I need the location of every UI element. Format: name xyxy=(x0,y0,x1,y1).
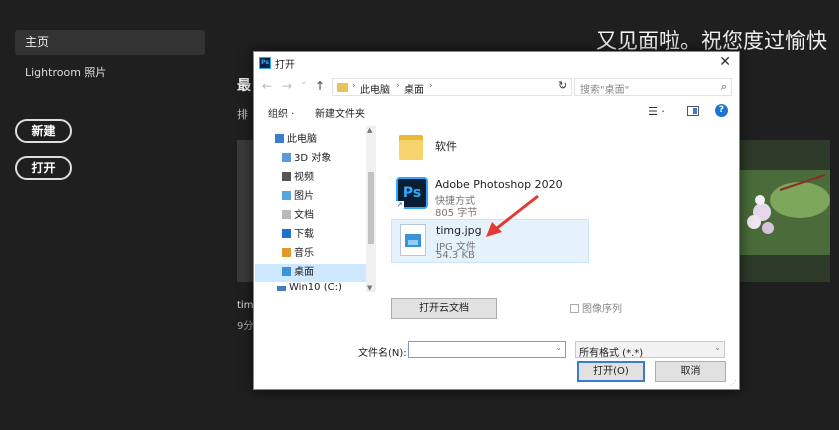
dialog-title: 打开 xyxy=(275,60,295,71)
file-item-software-folder[interactable]: 软件 xyxy=(391,128,589,172)
file-name: Adobe Photoshop 2020 xyxy=(435,178,563,191)
tree-item-drive-c[interactable]: Win10 (C:) xyxy=(277,283,342,292)
tree-item-label: 桌面 xyxy=(294,267,314,278)
shortcut-arrow-icon: ↗ xyxy=(395,201,404,210)
dialog-titlebar[interactable]: Ps 打开 ✕ xyxy=(254,52,739,74)
music-icon xyxy=(282,248,291,257)
file-type-filter[interactable]: 所有格式 (*.*) ⌄ xyxy=(575,341,725,359)
tree-item-label: 视频 xyxy=(294,172,314,183)
file-size: 805 字节 xyxy=(435,208,478,219)
navigation-bar: ← → ⌄ ↑ › 此电脑 › 桌面 › ⌄ ↻ 搜索"桌面" ⌕ xyxy=(254,76,739,98)
image-file-icon xyxy=(400,224,426,256)
annotation-arrow-icon xyxy=(486,194,539,237)
chevron-down-icon[interactable]: ⌄ xyxy=(555,343,562,352)
file-type-filter-value: 所有格式 (*.*) xyxy=(579,348,644,359)
tree-item-3d-objects[interactable]: 3D 对象 xyxy=(282,150,331,168)
chevron-right-icon[interactable]: › xyxy=(429,81,433,91)
breadcrumb-this-pc[interactable]: 此电脑 xyxy=(360,81,390,96)
open-cloud-documents-button[interactable]: 打开云文档 xyxy=(391,298,497,319)
file-name: timg.jpg xyxy=(436,224,482,237)
pictures-icon xyxy=(282,191,291,200)
resize-grip-icon[interactable]: ⋰ xyxy=(730,379,737,387)
scroll-down-icon[interactable]: ▼ xyxy=(367,284,372,292)
recent-thumbnail-image[interactable] xyxy=(740,140,830,282)
preview-pane-icon[interactable] xyxy=(687,106,699,116)
chevron-down-icon[interactable]: ⌄ xyxy=(714,343,721,352)
folder-icon xyxy=(337,83,348,92)
documents-icon xyxy=(282,210,291,219)
recent-file-time: 9分 xyxy=(237,321,254,332)
close-icon[interactable]: ✕ xyxy=(719,54,731,70)
tree-scrollbar[interactable]: ▲ ▼ xyxy=(366,126,376,292)
chevron-right-icon[interactable]: › xyxy=(396,81,400,91)
recent-thumbnail[interactable] xyxy=(237,140,253,282)
desktop-icon xyxy=(282,267,291,276)
photoshop-icon: Ps ↗ xyxy=(395,177,428,210)
image-sequence-label: 图像序列 xyxy=(582,304,622,315)
search-input[interactable]: 搜索"桌面" ⌕ xyxy=(574,78,732,96)
tree-item-label: 3D 对象 xyxy=(294,153,332,164)
search-placeholder: 搜索"桌面" xyxy=(580,85,630,96)
organize-menu[interactable]: 组织 · xyxy=(268,105,294,120)
sidebar-item-lightroom[interactable]: Lightroom 照片 xyxy=(25,64,106,80)
tree-item-music[interactable]: 音乐 xyxy=(282,245,314,263)
tree-item-this-pc[interactable]: 此电脑 xyxy=(275,131,317,149)
new-button[interactable]: 新建 xyxy=(15,119,72,143)
drive-icon xyxy=(277,286,286,291)
sidebar-item-home[interactable]: 主页 xyxy=(15,30,205,55)
filename-input[interactable]: ⌄ xyxy=(408,341,566,358)
checkbox-icon[interactable] xyxy=(570,304,579,313)
tree-item-pictures[interactable]: 图片 xyxy=(282,188,314,206)
forward-arrow-icon[interactable]: → xyxy=(282,79,292,93)
recent-file-name: tim xyxy=(237,300,254,311)
flower-thumbnail xyxy=(740,170,830,255)
image-sequence-checkbox[interactable]: 图像序列 xyxy=(570,300,622,315)
view-options-icon[interactable]: ☰ · xyxy=(648,105,665,118)
tree-item-label: Win10 (C:) xyxy=(289,283,342,292)
computer-icon xyxy=(275,134,284,143)
tree-item-videos[interactable]: 视频 xyxy=(282,169,314,187)
photoshop-small-icon: Ps xyxy=(259,57,271,69)
help-icon[interactable]: ? xyxy=(715,104,728,117)
tree-item-label: 此电脑 xyxy=(287,134,317,145)
recent-title: 最 xyxy=(237,78,251,94)
filename-label: 文件名(N): xyxy=(358,348,407,359)
file-list: 软件 Ps ↗ Adobe Photoshop 2020 快捷方式 805 字节 … xyxy=(379,126,739,292)
new-folder-button[interactable]: 新建文件夹 xyxy=(315,105,365,120)
tree-item-label: 音乐 xyxy=(294,248,314,259)
breadcrumb-desktop[interactable]: 桌面 xyxy=(404,81,424,96)
search-icon[interactable]: ⌕ xyxy=(721,80,727,94)
back-arrow-icon[interactable]: ← xyxy=(262,79,272,93)
file-size: 54.3 KB xyxy=(436,250,475,261)
tree-item-desktop[interactable]: 桌面 xyxy=(255,264,366,282)
tree-item-label: 图片 xyxy=(294,191,314,202)
download-icon xyxy=(282,229,291,238)
3d-objects-icon xyxy=(282,153,291,162)
tree-item-documents[interactable]: 文档 xyxy=(282,207,314,225)
tree-item-label: 文档 xyxy=(294,210,314,221)
video-icon xyxy=(282,172,291,181)
tree-item-label: 下载 xyxy=(294,229,314,240)
file-name: 软件 xyxy=(435,140,457,153)
dialog-toolbar: 组织 · 新建文件夹 ☰ · ? xyxy=(254,102,739,124)
sort-label: 排 xyxy=(237,108,248,121)
scroll-up-icon[interactable]: ▲ xyxy=(367,126,372,134)
chevron-right-icon[interactable]: › xyxy=(352,81,356,91)
refresh-icon[interactable]: ↻ xyxy=(558,79,567,92)
navigation-tree: 此电脑 3D 对象 视频 图片 文档 下载 音乐 桌面 Win10 (C:) xyxy=(255,126,377,292)
address-bar[interactable]: › 此电脑 › 桌面 › ⌄ xyxy=(332,78,572,96)
recent-locations-icon[interactable]: ⌄ xyxy=(300,77,308,87)
folder-icon xyxy=(399,132,423,160)
up-arrow-icon[interactable]: ↑ xyxy=(315,79,325,93)
cancel-button[interactable]: 取消 xyxy=(655,361,726,382)
scrollbar-thumb[interactable] xyxy=(368,172,374,244)
tree-item-downloads[interactable]: 下载 xyxy=(282,226,314,244)
open-button[interactable]: 打开 xyxy=(15,156,72,180)
open-file-button[interactable]: 打开(O) xyxy=(577,361,645,382)
